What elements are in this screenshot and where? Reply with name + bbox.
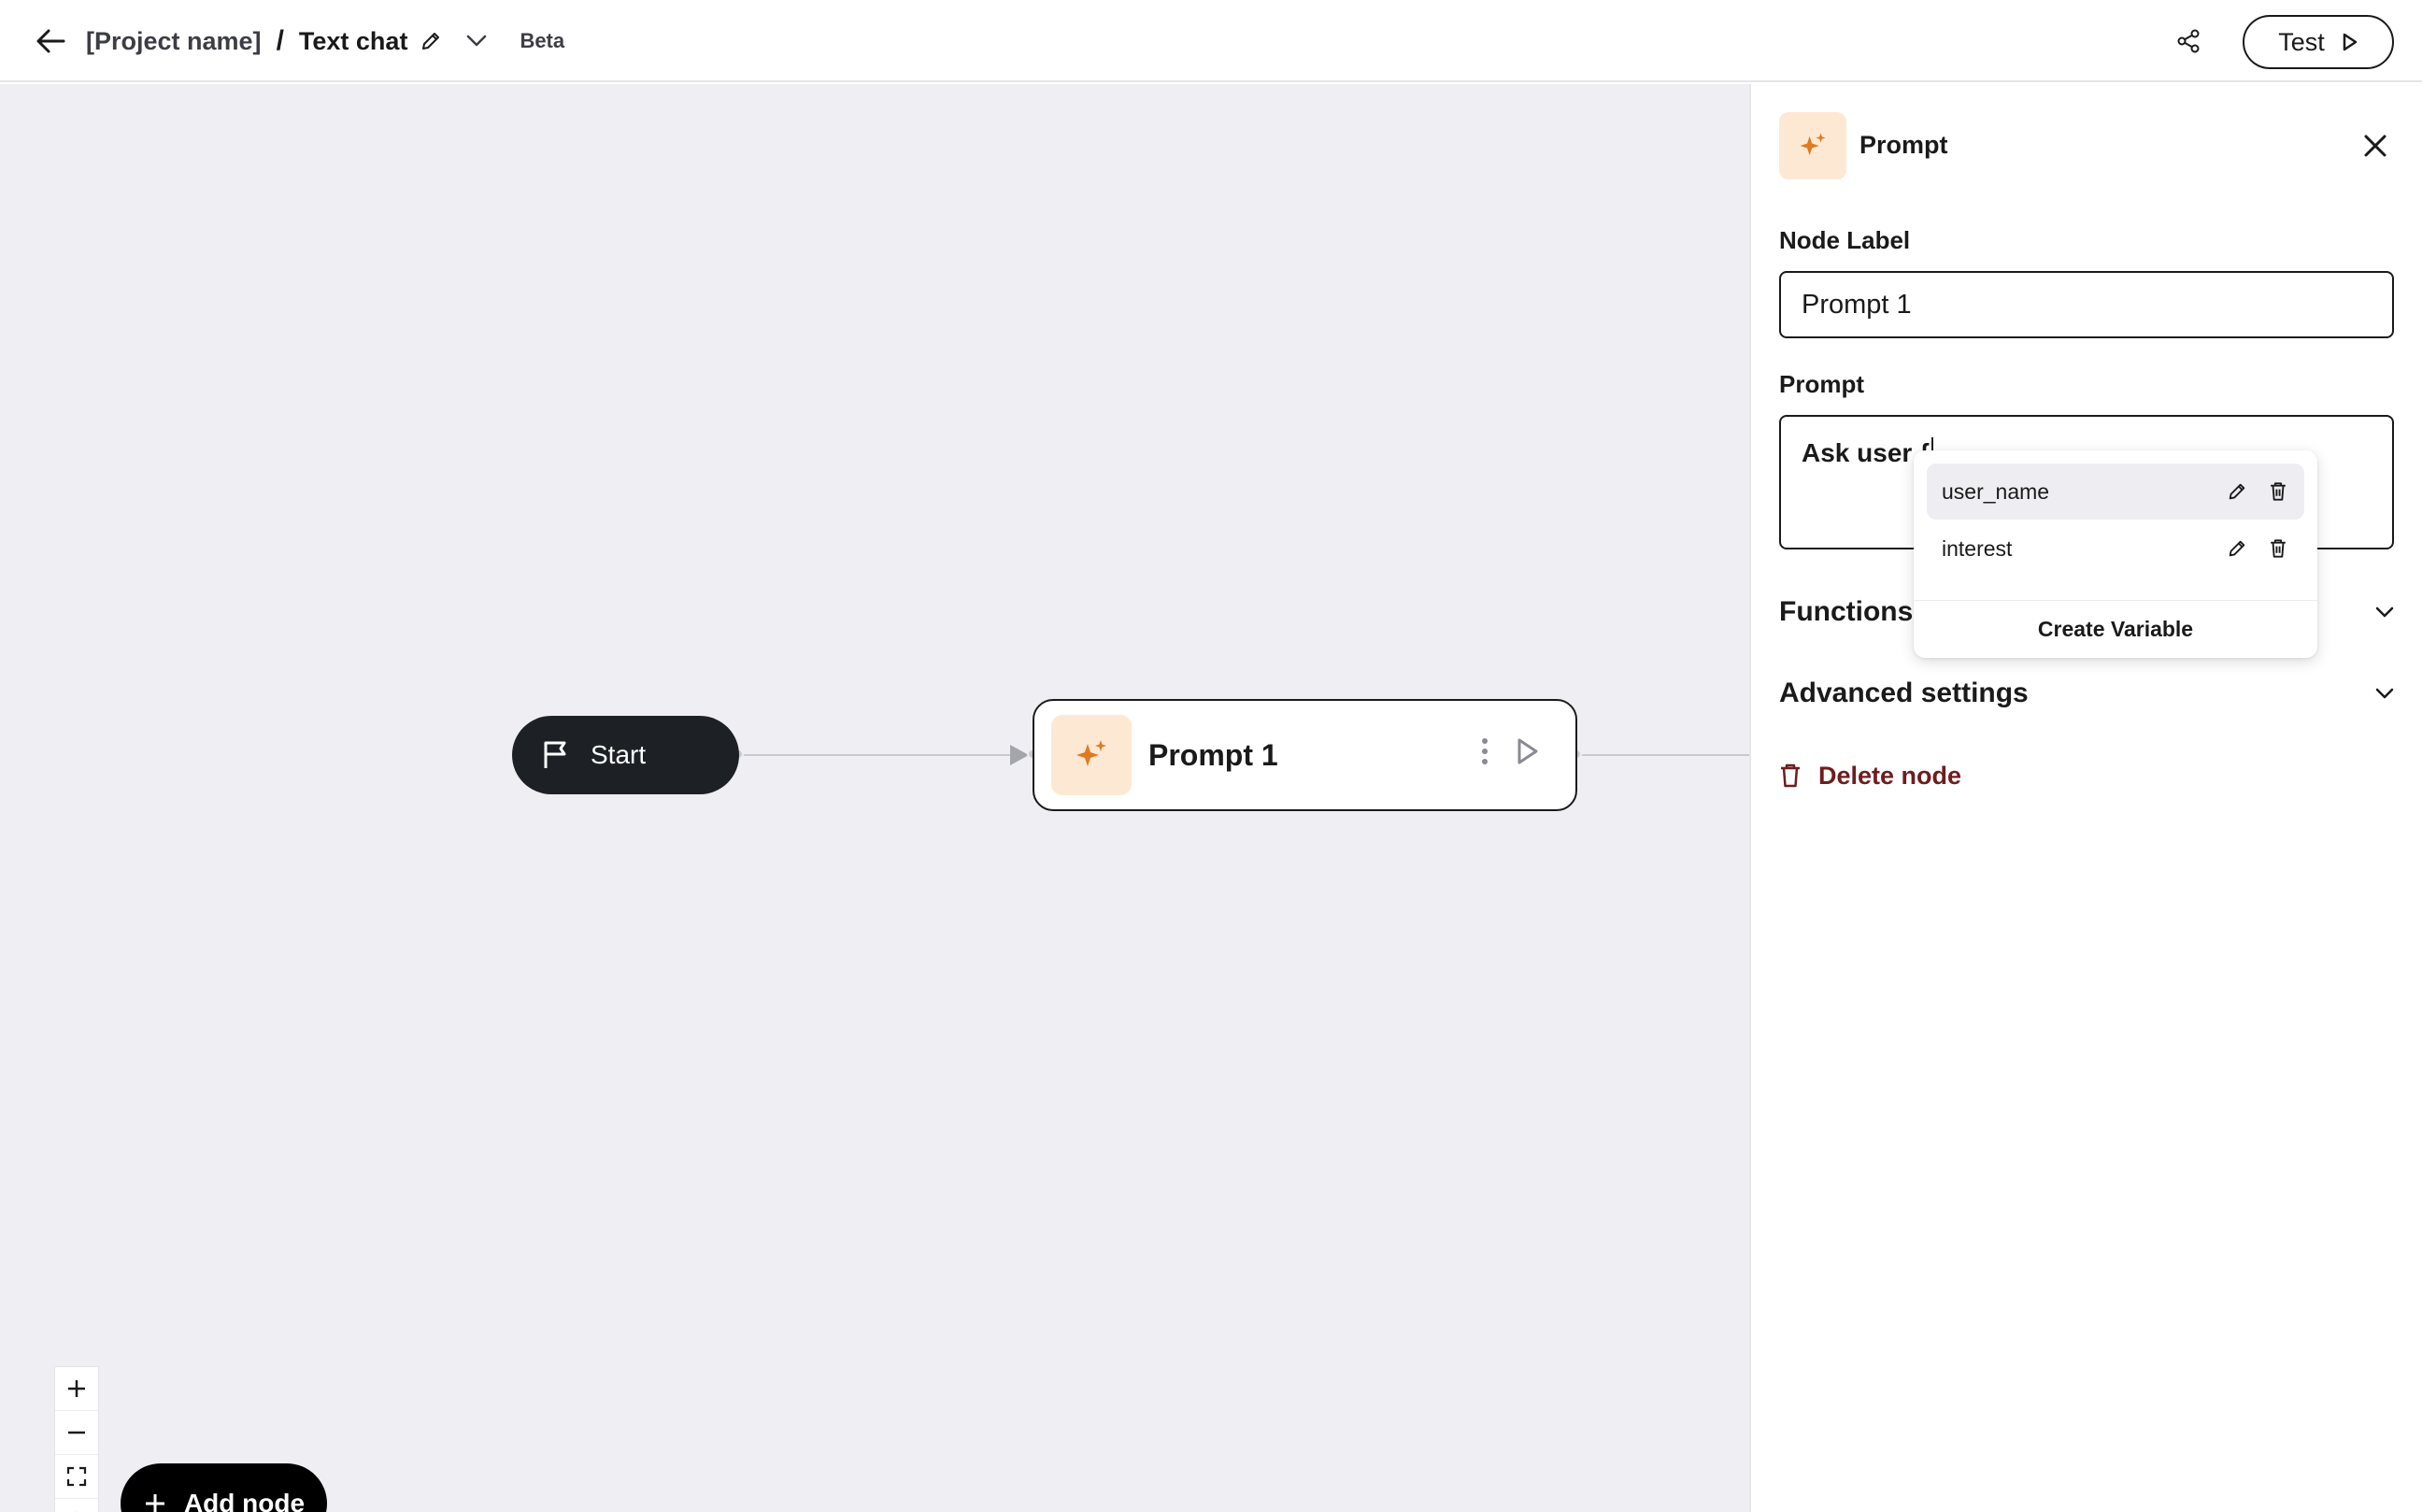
zoom-controls [54, 1366, 99, 1512]
fit-view-button[interactable] [55, 1455, 98, 1499]
fullscreen-icon [66, 1466, 87, 1487]
close-panel-button[interactable] [2358, 129, 2392, 163]
more-vertical-icon [1482, 738, 1488, 764]
create-variable-button[interactable]: Create Variable [1914, 600, 2317, 658]
prompt-node-label: Prompt 1 [1148, 737, 1278, 772]
edit-variable-button[interactable] [2226, 537, 2248, 560]
edge-start-to-prompt [739, 754, 1010, 756]
chevron-down-icon [2375, 688, 2394, 699]
trash-icon [1781, 763, 1800, 788]
share-icon [2177, 29, 2200, 53]
node-label-input[interactable] [1779, 271, 2394, 338]
sparkle-icon [1800, 133, 1826, 156]
variable-item[interactable]: user_name [1927, 464, 2304, 520]
plus-icon [145, 1494, 164, 1512]
beta-badge: Beta [520, 29, 565, 52]
pencil-icon [2229, 483, 2245, 500]
delete-variable-button[interactable] [2267, 537, 2289, 560]
chevron-down-icon [2375, 606, 2394, 618]
breadcrumb: [Project name] / Text chat Beta [86, 0, 564, 82]
close-icon [2364, 135, 2386, 157]
node-settings-panel: Prompt Node Label Prompt Ask user { Func… [1749, 84, 2422, 1512]
prompt-node-icon [1051, 715, 1132, 795]
rename-button[interactable] [419, 29, 443, 53]
zoom-out-button[interactable] [55, 1411, 98, 1455]
pencil-icon [422, 33, 440, 50]
node-run-button[interactable] [1511, 735, 1545, 768]
add-node-button[interactable]: Add node [121, 1463, 327, 1512]
sparkle-icon [1076, 740, 1106, 766]
top-bar: [Project name] / Text chat Beta Test [0, 0, 2422, 82]
share-button[interactable] [2170, 24, 2207, 58]
plus-icon [68, 1380, 85, 1397]
prompt-node[interactable]: Prompt 1 [1033, 699, 1577, 811]
arrow-left-icon [36, 29, 65, 53]
play-icon [2343, 33, 2358, 51]
back-button[interactable] [32, 24, 69, 58]
edge-prompt-out [1577, 754, 1749, 756]
lock-button[interactable] [55, 1499, 98, 1512]
test-button-label: Test [2278, 27, 2325, 56]
edit-variable-button[interactable] [2226, 480, 2248, 503]
node-label-heading: Node Label [1779, 226, 1911, 254]
minus-icon [68, 1431, 85, 1434]
panel-title: Prompt [1859, 131, 1948, 159]
flow-canvas[interactable]: Start Prompt 1 Add node [0, 84, 1749, 1512]
edge-arrowhead [1010, 745, 1029, 765]
prompt-heading: Prompt [1779, 370, 1864, 398]
breadcrumb-project[interactable]: [Project name] [86, 27, 262, 56]
zoom-in-button[interactable] [55, 1367, 98, 1411]
advanced-settings-toggle[interactable]: Advanced settings [1779, 670, 2394, 717]
advanced-settings-title: Advanced settings [1779, 678, 2029, 708]
variable-dropdown: user_name interest Create Variable [1914, 450, 2317, 658]
add-node-label: Add node [183, 1489, 306, 1512]
breadcrumb-current: Text chat [298, 26, 408, 55]
trash-icon [2271, 482, 2286, 501]
functions-title: Functions [1779, 596, 1914, 627]
test-button[interactable]: Test [2243, 15, 2394, 69]
delete-node-button[interactable]: Delete node [1779, 755, 1961, 796]
panel-node-icon [1779, 112, 1846, 179]
variable-name: interest [1942, 535, 2013, 561]
page-dropdown-toggle[interactable] [463, 28, 490, 54]
node-more-button[interactable] [1474, 733, 1496, 770]
delete-node-label: Delete node [1818, 761, 1962, 790]
breadcrumb-separator: / [276, 25, 284, 56]
flag-icon [544, 741, 566, 768]
start-node-label: Start [591, 740, 647, 769]
trash-icon [2271, 539, 2286, 558]
start-node[interactable]: Start [512, 716, 739, 794]
prompt-text: Ask user { [1802, 438, 1930, 467]
play-icon [1517, 738, 1538, 764]
chevron-down-icon [467, 35, 487, 47]
variable-item[interactable]: interest [1927, 521, 2304, 577]
delete-variable-button[interactable] [2267, 480, 2289, 503]
pencil-icon [2229, 540, 2245, 557]
variable-name: user_name [1942, 478, 2050, 504]
